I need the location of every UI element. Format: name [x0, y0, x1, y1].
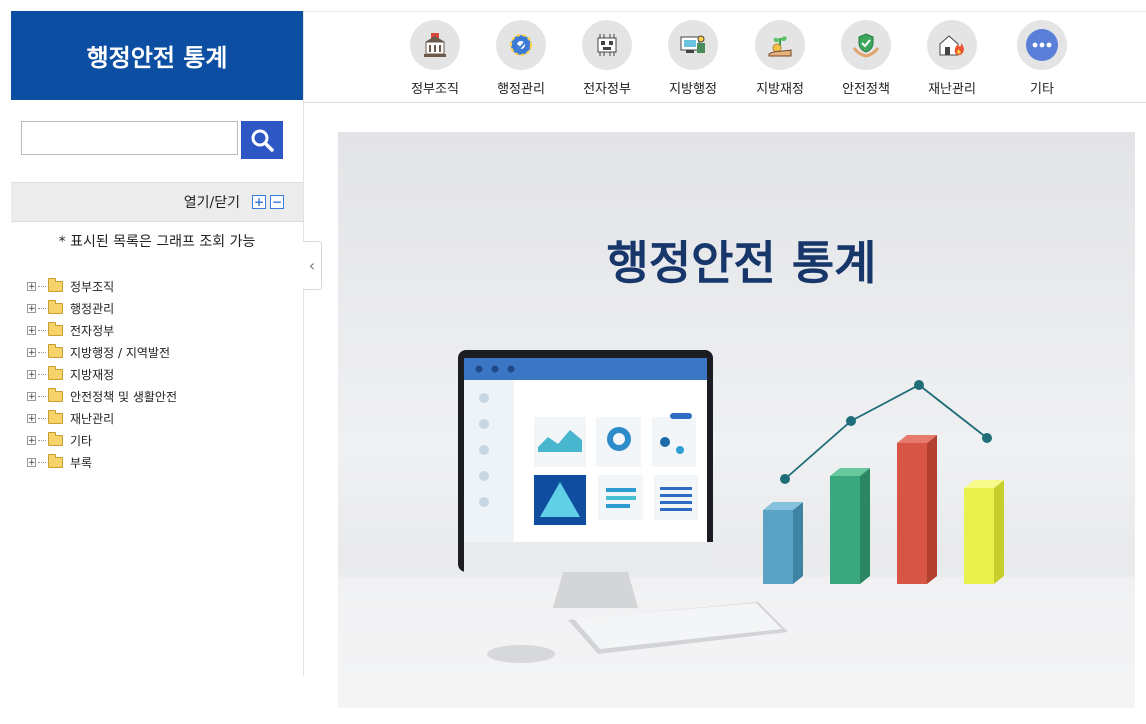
tree-item-label[interactable]: 지방재정 — [70, 366, 114, 383]
tree-connector — [38, 395, 46, 397]
tree-item[interactable]: + 지방재정 — [27, 363, 177, 385]
nav-item-7[interactable]: 재난관리 — [920, 20, 984, 97]
collapse-all-button[interactable]: − — [270, 195, 284, 209]
tree-item[interactable]: + 안전정책 및 생활안전 — [27, 385, 177, 407]
tree-expand-toggle[interactable]: + — [27, 413, 36, 423]
tree-item-label[interactable]: 부록 — [70, 454, 92, 471]
sidebar-title: 행정안전 통계 — [11, 11, 303, 100]
tree-expand-toggle[interactable]: + — [27, 303, 36, 313]
tree-item[interactable]: + 부록 — [27, 451, 177, 473]
more-dots-icon — [1017, 20, 1067, 70]
folder-icon — [48, 453, 63, 468]
tree-expand-toggle[interactable]: + — [27, 325, 36, 335]
nav-item-label: 지방행정 — [669, 82, 717, 97]
tree-expand-toggle[interactable]: + — [27, 347, 36, 357]
tree-connector — [38, 439, 46, 441]
tree-item-label[interactable]: 재난관리 — [70, 410, 114, 427]
expand-all-button[interactable]: + — [252, 195, 266, 209]
tree-connector — [38, 307, 46, 309]
tree-item-label[interactable]: 안전정책 및 생활안전 — [70, 388, 177, 405]
tree-item-label[interactable]: 지방행정 / 지역발전 — [70, 344, 170, 361]
toggle-label: 열기/닫기 — [183, 195, 240, 211]
tree-item[interactable]: + 재난관리 — [27, 407, 177, 429]
folder-icon — [48, 387, 63, 402]
bar-chart-illustration — [763, 435, 1004, 584]
trend-line-illustration — [780, 380, 992, 484]
tree-connector — [38, 417, 46, 419]
monitor-admin-icon — [668, 20, 718, 70]
tree-item-label[interactable]: 전자정부 — [70, 322, 114, 339]
tree-connector — [38, 461, 46, 463]
search-icon — [251, 129, 274, 152]
tree-item[interactable]: + 정부조직 — [27, 275, 177, 297]
tree-connector — [38, 285, 46, 287]
folder-icon — [48, 321, 63, 336]
nav-item-label: 전자정부 — [583, 82, 631, 97]
graph-hint-text: * 표시된 목록은 그래프 조회 가능 — [58, 234, 256, 250]
folder-icon — [48, 343, 63, 358]
nav-item-8[interactable]: 기타 — [1010, 20, 1074, 97]
sidebar-collapse-handle[interactable]: ‹ — [303, 241, 322, 290]
folder-icon — [48, 277, 63, 292]
tree-expand-toggle[interactable]: + — [27, 457, 36, 467]
tree-item[interactable]: + 기타 — [27, 429, 177, 451]
category-tree: + 정부조직 + 행정관리 + 전자정부 + 지방행정 / 지역발전 + 지방재정 + 안전정책 및 … — [27, 275, 177, 473]
circuit-board-icon — [582, 20, 632, 70]
hero-banner: 행정안전 통계 — [338, 132, 1135, 708]
government-building-icon — [410, 20, 460, 70]
tree-expand-toggle[interactable]: + — [27, 391, 36, 401]
nav-item-label: 안전정책 — [842, 82, 890, 97]
nav-item-4[interactable]: 지방행정 — [661, 20, 725, 97]
toggle-bar: 열기/닫기 + − — [11, 182, 303, 222]
search-row — [21, 121, 283, 159]
nav-item-6[interactable]: 안전정책 — [834, 20, 898, 97]
folder-icon — [48, 365, 63, 380]
search-button[interactable] — [241, 121, 283, 159]
tree-connector — [38, 351, 46, 353]
tree-expand-toggle[interactable]: + — [27, 435, 36, 445]
nav-item-label: 재난관리 — [928, 82, 976, 97]
nav-item-2[interactable]: 행정관리 — [489, 20, 553, 97]
nav-item-label: 기타 — [1030, 82, 1054, 97]
tree-connector — [38, 329, 46, 331]
tree-item-label[interactable]: 행정관리 — [70, 300, 114, 317]
tree-item-label[interactable]: 정부조직 — [70, 278, 114, 295]
shield-hands-icon — [841, 20, 891, 70]
nav-item-5[interactable]: 지방재정 — [748, 20, 812, 97]
sidebar: 행정안전 통계 열기/닫기 + − * 표시된 목록은 그래프 조회 가능 + 정… — [11, 11, 304, 676]
money-sprout-icon — [755, 20, 805, 70]
nav-item-3[interactable]: 전자정부 — [575, 20, 639, 97]
search-input[interactable] — [21, 121, 238, 155]
tree-expand-toggle[interactable]: + — [27, 281, 36, 291]
tree-connector — [38, 373, 46, 375]
folder-icon — [48, 409, 63, 424]
house-fire-icon — [927, 20, 977, 70]
folder-icon — [48, 431, 63, 446]
nav-item-label: 지방재정 — [756, 82, 804, 97]
nav-item-label: 정부조직 — [411, 82, 459, 97]
tree-item[interactable]: + 지방행정 / 지역발전 — [27, 341, 177, 363]
tree-item[interactable]: + 전자정부 — [27, 319, 177, 341]
nav-item-1[interactable]: 정부조직 — [403, 20, 467, 97]
tree-item-label[interactable]: 기타 — [70, 432, 92, 449]
nav-item-label: 행정관리 — [497, 82, 545, 97]
hero-illustration — [338, 350, 1135, 708]
gear-icon — [496, 20, 546, 70]
tree-expand-toggle[interactable]: + — [27, 369, 36, 379]
tree-item[interactable]: + 행정관리 — [27, 297, 177, 319]
top-navigation: 정부조직 행정관리 전자정부 지방행정 지방재정 안전정책 재난관리 기타 — [304, 11, 1146, 103]
folder-icon — [48, 299, 63, 314]
